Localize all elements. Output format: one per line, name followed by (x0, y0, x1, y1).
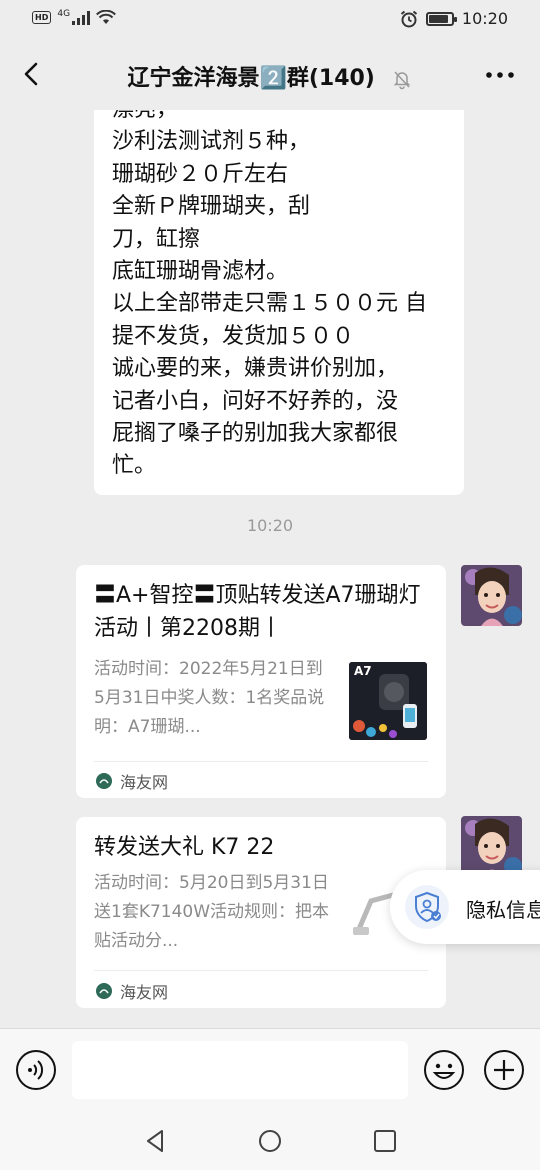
network-label: 4G (57, 8, 71, 19)
more-button[interactable] (482, 60, 518, 90)
battery-icon (425, 11, 457, 26)
status-bar: HD 4G 10:20 (0, 0, 540, 38)
avatar[interactable] (461, 816, 522, 877)
shield-user-icon (405, 885, 449, 929)
bell-off-icon (393, 71, 410, 90)
status-right: 10:20 (400, 9, 508, 28)
emoji-button[interactable] (423, 1049, 465, 1091)
card-divider (94, 970, 428, 971)
link-card-source: 海友网 (96, 979, 168, 1003)
voice-button[interactable] (15, 1049, 57, 1091)
link-card-description: 活动时间：5月20日到5月31日送1套K7140W活动规则：把本贴活动分... (94, 873, 330, 951)
chat-area[interactable]: 漂亮， 沙利法测试剂５种， 珊瑚砂２０斤左右 全新Ｐ牌珊瑚夹，刮 刀，缸擦 底缸… (0, 110, 540, 1028)
square-recent-icon[interactable] (370, 1126, 400, 1156)
chat-title-text: 辽宁金洋海景2️⃣群(140) (127, 66, 375, 91)
plus-button[interactable] (483, 1049, 525, 1091)
link-card-title: 转发送大礼 K7 22 (94, 835, 275, 860)
system-navigation-bar (0, 1112, 540, 1170)
circle-home-icon[interactable] (255, 1126, 285, 1156)
avatar-image (461, 816, 522, 877)
source-logo-icon (96, 773, 112, 789)
chat-header: 辽宁金洋海景2️⃣群(140) (0, 38, 540, 110)
link-card-title: 〓A+智控〓顶贴转发送A7珊瑚灯活动丨第2208期丨 (94, 583, 421, 641)
battery-fill (428, 14, 448, 23)
source-name: 海友网 (120, 773, 169, 792)
text-message-bubble[interactable]: 漂亮， 沙利法测试剂５种， 珊瑚砂２０斤左右 全新Ｐ牌珊瑚夹，刮 刀，缸擦 底缸… (94, 110, 464, 495)
alarm-icon (400, 10, 418, 27)
wifi-icon (96, 10, 116, 24)
privacy-info-popup[interactable]: 隐私信息 (390, 870, 540, 944)
source-name: 海友网 (120, 983, 169, 1002)
triangle-back-icon[interactable] (140, 1126, 170, 1156)
input-bar (0, 1028, 540, 1112)
link-card-thumbnail: A7 (349, 662, 427, 740)
link-card-description: 活动时间：2022年5月21日到5月31日中奖人数：1名奖品说明：A7珊瑚... (94, 659, 325, 737)
avatar-image (461, 565, 522, 626)
message-timestamp: 10:20 (246, 516, 294, 535)
link-card[interactable]: 〓A+智控〓顶贴转发送A7珊瑚灯活动丨第2208期丨 活动时间：2022年5月2… (76, 565, 446, 798)
source-logo-icon (96, 983, 112, 999)
message-input[interactable] (72, 1041, 408, 1099)
thumbnail-label: A7 (354, 664, 372, 678)
hd-badge: HD (32, 11, 52, 24)
privacy-info-label: 隐私信息 (466, 898, 540, 922)
status-time: 10:20 (461, 9, 508, 28)
chat-title: 辽宁金洋海景2️⃣群(140) (0, 60, 540, 92)
link-card-source: 海友网 (96, 769, 168, 793)
card-divider (94, 761, 428, 762)
avatar[interactable] (461, 565, 522, 626)
status-left: HD 4G (32, 8, 116, 25)
signal-icon (72, 10, 91, 25)
